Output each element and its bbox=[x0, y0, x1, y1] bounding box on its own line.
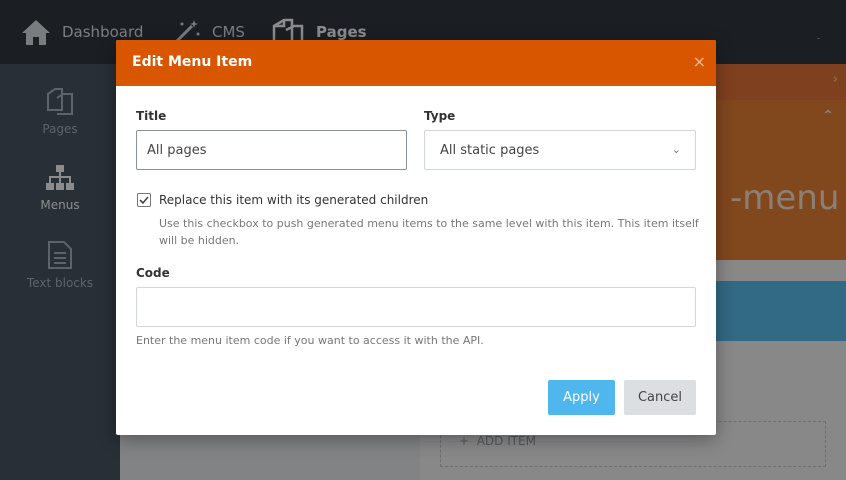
type-select[interactable]: All static pages ⌄ bbox=[424, 130, 696, 170]
title-label: Title bbox=[136, 109, 167, 123]
replace-children-label[interactable]: Replace this item with its generated chi… bbox=[159, 193, 428, 207]
code-input[interactable] bbox=[136, 287, 696, 327]
replace-children-help: Use this checkbox to push generated menu… bbox=[159, 217, 699, 247]
modal-title: Edit Menu Item bbox=[132, 54, 253, 70]
title-input[interactable]: All pages bbox=[136, 130, 407, 170]
chevron-down-icon: ⌄ bbox=[671, 143, 681, 156]
replace-children-checkbox[interactable] bbox=[137, 193, 151, 207]
checkmark-icon bbox=[139, 196, 149, 205]
modal-header: Edit Menu Item × bbox=[116, 40, 716, 86]
code-label: Code bbox=[136, 266, 170, 280]
close-icon[interactable]: × bbox=[693, 52, 706, 71]
edit-menu-item-dialog: Edit Menu Item × Title All pages Type Al… bbox=[116, 40, 716, 435]
cancel-button[interactable]: Cancel bbox=[624, 380, 696, 415]
type-select-value: All static pages bbox=[440, 142, 540, 158]
type-label: Type bbox=[424, 109, 456, 123]
apply-button[interactable]: Apply bbox=[548, 380, 615, 415]
code-help: Enter the menu item code if you want to … bbox=[136, 334, 484, 347]
